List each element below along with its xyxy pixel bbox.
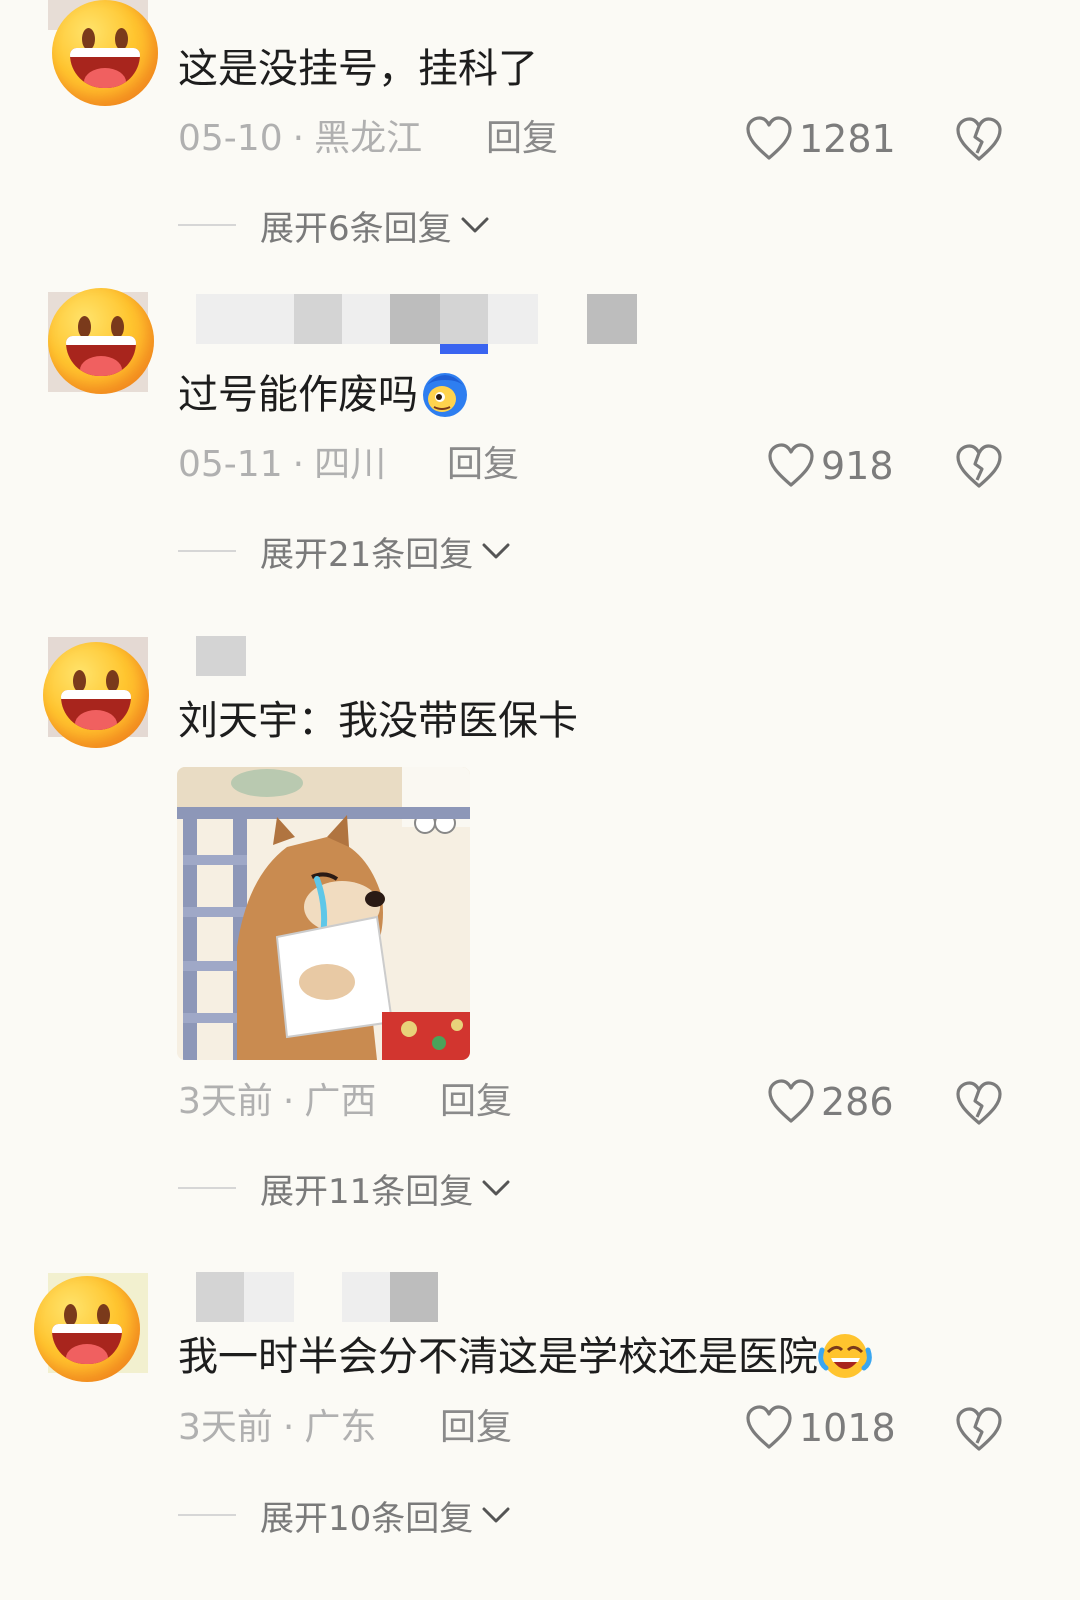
crying-shiba-illustration [177, 767, 470, 1060]
reply-button[interactable]: 回复 [447, 442, 519, 488]
comment-date: 05-11 [178, 444, 283, 485]
expand-replies-label: 展开21条回复 [260, 534, 474, 575]
expand-divider [178, 224, 236, 226]
expand-divider [178, 1514, 236, 1516]
broken-heart-icon[interactable] [955, 1080, 1003, 1128]
like-button[interactable]: 286 [767, 1077, 894, 1127]
heart-outline-icon [768, 1079, 814, 1123]
comment-meta: 05-11 · 四川 [178, 442, 386, 488]
username-redacted[interactable] [196, 294, 641, 354]
avatar[interactable] [34, 1276, 140, 1382]
like-count: 1281 [799, 117, 896, 161]
chevron-down-icon [482, 1180, 510, 1196]
like-button[interactable]: 1281 [745, 114, 896, 164]
reply-button[interactable]: 回复 [486, 116, 558, 162]
comment-meta: 3天前 · 广西 [178, 1079, 376, 1125]
comment-date: 3天前 [178, 1407, 273, 1448]
comment-location: 四川 [314, 444, 387, 485]
comment-meta: 05-10 · 黑龙江 [178, 116, 422, 162]
comment-location: 黑龙江 [314, 118, 423, 159]
expand-replies-label: 展开6条回复 [260, 208, 452, 249]
comment-text-content: 过号能作废吗 [178, 372, 418, 418]
blue-hair-peeking-emoji [423, 373, 467, 417]
comment-text: 这是没挂号，挂科了 [178, 46, 538, 92]
comment-text: 我一时半会分不清这是学校还是医院 [178, 1330, 872, 1384]
reply-button[interactable]: 回复 [440, 1405, 512, 1451]
meta-separator: · [292, 444, 305, 485]
chevron-down-icon [482, 1507, 510, 1523]
chevron-down-icon [482, 543, 510, 559]
reply-button[interactable]: 回复 [440, 1079, 512, 1125]
crying-laughing-emoji [818, 1334, 872, 1378]
expand-replies-label: 展开11条回复 [260, 1171, 474, 1212]
like-count: 286 [821, 1080, 894, 1124]
username-redacted[interactable] [196, 1272, 441, 1322]
like-button[interactable]: 918 [767, 441, 894, 491]
avatar[interactable] [48, 288, 154, 394]
chevron-down-icon [461, 217, 489, 233]
comment-text: 过号能作废吗 [178, 368, 472, 422]
expand-divider [178, 1187, 236, 1189]
like-count: 918 [821, 444, 894, 488]
heart-outline-icon [746, 1405, 792, 1449]
comment-text-content: 我一时半会分不清这是学校还是医院 [178, 1334, 818, 1380]
meta-separator: · [292, 118, 305, 159]
avatar[interactable] [43, 642, 149, 748]
comment-date: 3天前 [178, 1081, 273, 1122]
expand-replies-button[interactable]: 展开10条回复 [178, 1492, 511, 1539]
like-button[interactable]: 1018 [745, 1403, 896, 1453]
comment-meta: 3天前 · 广东 [178, 1405, 376, 1451]
expand-replies-button[interactable]: 展开21条回复 [178, 528, 511, 575]
comment-location: 广东 [304, 1407, 377, 1448]
broken-heart-icon[interactable] [955, 116, 1003, 164]
broken-heart-icon[interactable] [955, 1406, 1003, 1454]
heart-outline-icon [746, 116, 792, 160]
comment-date: 05-10 [178, 118, 283, 159]
meta-separator: · [282, 1407, 295, 1448]
avatar[interactable] [52, 0, 158, 106]
expand-replies-button[interactable]: 展开11条回复 [178, 1165, 511, 1212]
comment-text: 刘天宇：我没带医保卡 [178, 698, 578, 744]
meta-separator: · [282, 1081, 295, 1122]
like-count: 1018 [799, 1406, 896, 1450]
expand-replies-label: 展开10条回复 [260, 1498, 474, 1539]
expand-divider [178, 550, 236, 552]
heart-outline-icon [768, 443, 814, 487]
username-redacted[interactable] [196, 636, 246, 676]
comment-location: 广西 [304, 1081, 377, 1122]
meme-image-crying-shiba[interactable] [177, 767, 470, 1060]
broken-heart-icon[interactable] [955, 443, 1003, 491]
expand-replies-button[interactable]: 展开6条回复 [178, 202, 490, 249]
